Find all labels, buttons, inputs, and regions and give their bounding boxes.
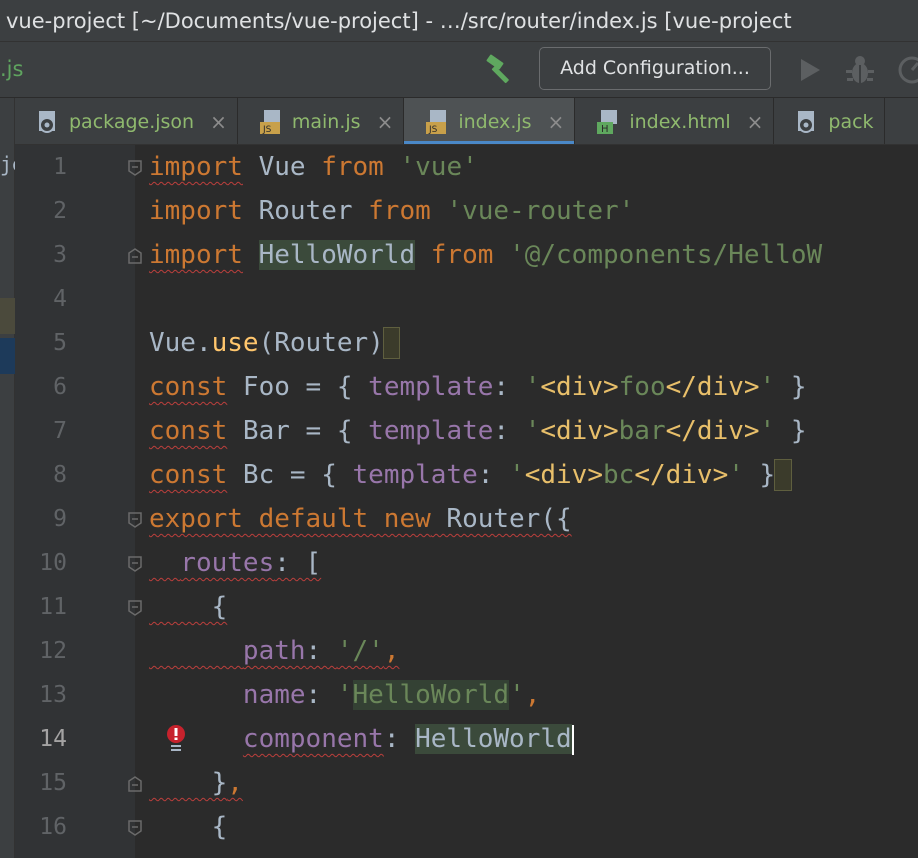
js-file-icon: JS: [259, 109, 280, 135]
code-text: export default new Router({: [149, 504, 572, 534]
tab-index-js[interactable]: JS index.js ×: [404, 98, 576, 144]
code-line[interactable]: 4: [0, 277, 918, 321]
tab-index-html[interactable]: H index.html ×: [575, 98, 775, 144]
tab-main-js[interactable]: JS main.js ×: [238, 98, 405, 144]
navigation-breadcrumb[interactable]: .js: [0, 42, 23, 98]
code-text: import HelloWorld from '@/components/Hel…: [149, 240, 823, 270]
line-number: 5: [53, 330, 67, 356]
code-text: import Vue from 'vue': [149, 152, 478, 182]
fold-icon[interactable]: [127, 599, 143, 617]
npm-json-icon: [798, 110, 815, 133]
line-number: 15: [39, 770, 67, 796]
profile-icon[interactable]: [896, 54, 918, 86]
code-line[interactable]: 13 name: 'HelloWorld',: [0, 673, 918, 717]
code-line[interactable]: 16 {: [0, 805, 918, 849]
code-text: path: '/',: [242, 636, 400, 666]
code-text: {: [149, 592, 228, 622]
window-title: vue-project [~/Documents/vue-project] - …: [0, 0, 918, 42]
code-text: name: 'HelloWorld',: [242, 680, 541, 710]
tab-label: main.js: [291, 110, 361, 133]
line-number: 1: [53, 154, 67, 180]
close-icon[interactable]: ×: [747, 110, 764, 134]
svg-text:JS: JS: [262, 125, 272, 135]
line-number: 2: [53, 198, 67, 224]
svg-text:H: H: [601, 124, 609, 135]
line-number: 14: [39, 726, 67, 752]
code-line[interactable]: 7 const Bar = { template: '<div>bar</div…: [0, 409, 918, 453]
code-line[interactable]: 15 },: [0, 761, 918, 805]
code-text: },: [149, 768, 243, 798]
tab-package-json[interactable]: package.json ×: [15, 98, 238, 144]
line-number: 4: [53, 286, 67, 312]
code-line[interactable]: 11 {: [0, 585, 918, 629]
text-caret: [571, 724, 574, 755]
tab-package-json-2[interactable]: pack: [774, 98, 885, 144]
code-line[interactable]: 1 import Vue from 'vue': [0, 145, 918, 189]
js-file-icon: JS: [426, 109, 447, 135]
code-line[interactable]: 6 const Foo = { template: '<div>foo</div…: [0, 365, 918, 409]
code-text: const Bar = { template: '<div>bar</div>'…: [149, 416, 807, 446]
run-icon[interactable]: [797, 56, 823, 84]
code-text: {: [149, 812, 228, 842]
code-line[interactable]: 5 Vue.use(Router): [0, 321, 918, 365]
code-text: routes: [: [180, 548, 322, 578]
line-number: 6: [53, 374, 67, 400]
line-number: 12: [39, 638, 67, 664]
code-text: import Router from 'vue-router': [149, 196, 635, 226]
fold-icon[interactable]: [127, 247, 143, 265]
code-line[interactable]: 8 const Bc = { template: '<div>bc</div>'…: [0, 453, 918, 497]
code-line[interactable]: 9 export default new Router({: [0, 497, 918, 541]
code-line[interactable]: 2 import Router from 'vue-router': [0, 189, 918, 233]
fold-icon[interactable]: [127, 775, 143, 793]
fold-icon[interactable]: [127, 555, 143, 573]
code-text: component: HelloWorld: [242, 724, 574, 755]
close-icon[interactable]: ×: [548, 110, 565, 134]
line-number: 8: [53, 462, 67, 488]
line-number: 16: [39, 814, 67, 840]
editor-tab-bar: package.json × JS main.js × JS index.js …: [15, 98, 918, 145]
code-text: Vue.use(Router): [149, 321, 401, 365]
tab-label: index.js: [458, 110, 532, 133]
html-file-icon: H: [597, 109, 618, 135]
hammer-icon[interactable]: [483, 52, 517, 86]
close-icon[interactable]: ×: [377, 110, 394, 134]
code-line[interactable]: 12 path: '/',: [0, 629, 918, 673]
close-icon[interactable]: ×: [210, 110, 227, 134]
code-line[interactable]: 3 import HelloWorld from '@/components/H…: [0, 233, 918, 277]
code-text: const Foo = { template: '<div>foo</div>'…: [149, 372, 807, 402]
line-number: 3: [53, 242, 67, 268]
line-number: 10: [39, 550, 67, 576]
fold-icon[interactable]: [127, 511, 143, 529]
npm-json-icon: [39, 110, 55, 133]
line-number: 7: [53, 418, 67, 444]
line-number: 13: [39, 682, 67, 708]
tab-label: index.html: [629, 110, 731, 133]
code-line[interactable]: 10 routes: [: [0, 541, 918, 585]
line-number: 11: [39, 594, 67, 620]
code-line-current[interactable]: 14 component: HelloWorld: [0, 717, 918, 761]
fold-icon[interactable]: [127, 159, 143, 177]
code-text: const Bc = { template: '<div>bc</div>' }: [149, 453, 792, 497]
fold-icon[interactable]: [127, 819, 143, 837]
svg-text:JS: JS: [428, 125, 438, 135]
add-configuration-button[interactable]: Add Configuration...: [539, 47, 771, 90]
tab-label: package.json: [69, 110, 195, 133]
main-toolbar: .js Add Configuration...: [0, 42, 918, 98]
line-number: 9: [53, 506, 67, 532]
tab-label: pack: [828, 110, 874, 133]
debug-icon[interactable]: [845, 54, 875, 86]
